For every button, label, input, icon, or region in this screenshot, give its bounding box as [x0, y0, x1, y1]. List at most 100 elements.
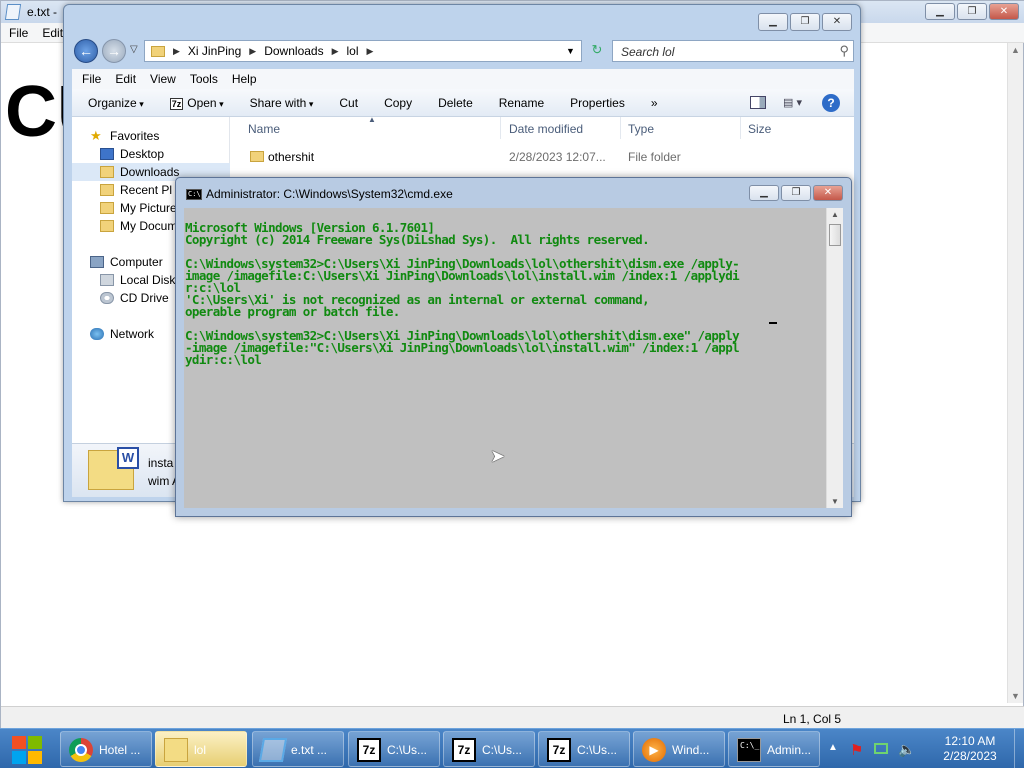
search-input[interactable]: Search lol ⚲ — [612, 40, 854, 62]
sort-ascending-icon: ▲ — [368, 115, 376, 124]
start-button[interactable] — [6, 732, 50, 766]
scroll-thumb[interactable] — [829, 224, 841, 246]
rename-button[interactable]: Rename — [499, 96, 544, 110]
notepad-icon — [258, 738, 288, 762]
column-name[interactable]: Name — [248, 122, 280, 136]
history-dropdown-icon[interactable]: ▽ — [130, 44, 138, 55]
nav-label: My Docum — [120, 219, 178, 233]
address-bar: ← → ▽ ▶ Xi JinPing ▶ Downloads ▶ lol ▶ ▼… — [72, 37, 854, 65]
copy-button[interactable]: Copy — [384, 96, 412, 110]
7zip-icon: 7z — [169, 97, 184, 110]
menu-help[interactable]: Help — [232, 72, 257, 86]
chevron-right-icon: ▶ — [173, 45, 180, 56]
taskbar-7zip-2[interactable]: 7z C:\Us... — [443, 731, 535, 767]
close-button[interactable]: ✕ — [813, 185, 843, 201]
close-button[interactable]: ✕ — [822, 13, 852, 31]
open-label: Open — [187, 95, 217, 110]
delete-button[interactable]: Delete — [438, 96, 473, 110]
menu-edit[interactable]: Edit — [42, 26, 63, 40]
menu-file[interactable]: File — [9, 26, 28, 40]
clock-time: 12:10 AM — [944, 734, 996, 748]
menu-edit[interactable]: Edit — [115, 72, 136, 86]
taskbar-7zip-1[interactable]: 7z C:\Us... — [348, 731, 440, 767]
taskbar-label: Hotel ... — [99, 743, 141, 757]
minimize-button[interactable]: ▁ — [925, 3, 955, 20]
taskbar-label: lol — [194, 743, 207, 757]
windows-logo-icon — [12, 736, 26, 749]
scroll-up-icon[interactable]: ▲ — [1011, 45, 1020, 55]
show-hidden-icons-icon[interactable]: ▲ — [828, 742, 838, 753]
close-button[interactable]: ✕ — [989, 3, 1019, 20]
open-button[interactable]: 7z Open — [169, 95, 224, 110]
cmd-window: C:\ Administrator: C:\Windows\System32\c… — [175, 177, 852, 517]
taskbar-cmd[interactable]: C:\_ Admin... — [728, 731, 820, 767]
chevron-right-icon: ▶ — [249, 45, 257, 56]
menu-view[interactable]: View — [150, 72, 176, 86]
taskbar-label: C:\Us... — [387, 743, 428, 757]
cmd-scrollbar[interactable]: ▲ ▼ — [826, 208, 843, 508]
notepad-scrollbar[interactable]: ▲ ▼ — [1007, 43, 1023, 703]
taskbar-label: Wind... — [672, 743, 710, 757]
action-center-flag-icon[interactable]: ⚑ — [850, 741, 866, 759]
clock[interactable]: 12:10 AM 2/28/2023 — [932, 734, 1008, 764]
system-tray: ▲ ⚑ 🔈 12:10 AM 2/28/2023 — [826, 729, 1024, 768]
column-date-modified[interactable]: Date modified — [509, 122, 583, 136]
preview-pane-icon[interactable] — [750, 96, 766, 109]
column-size[interactable]: Size — [748, 122, 771, 136]
menu-tools[interactable]: Tools — [190, 72, 218, 86]
network-icon[interactable] — [874, 743, 888, 754]
properties-button[interactable]: Properties — [570, 96, 625, 110]
refresh-icon[interactable]: ↻ — [586, 42, 608, 60]
star-icon: ★ — [90, 128, 102, 143]
scroll-up-icon[interactable]: ▲ — [831, 210, 839, 219]
scroll-down-icon[interactable]: ▼ — [831, 497, 839, 506]
windows-logo-part — [28, 751, 42, 764]
nav-favorites[interactable]: ★ Favorites — [90, 127, 248, 145]
breadcrumb-item[interactable]: lol — [347, 44, 359, 58]
taskbar-explorer[interactable]: lol — [155, 731, 247, 767]
column-type[interactable]: Type — [628, 122, 654, 136]
minimize-button[interactable]: ▁ — [758, 13, 788, 31]
console-line: Copyright (c) 2014 Freeware Sys(DiLshad … — [185, 232, 650, 247]
nav-label: Desktop — [120, 147, 165, 161]
folder-icon — [100, 202, 114, 214]
notepad-statusbar: Ln 1, Col 5 — [1, 706, 1024, 729]
show-desktop-button[interactable] — [1014, 729, 1024, 768]
nav-label: Computer — [110, 255, 163, 269]
chrome-icon — [69, 738, 93, 762]
cmd-icon: C:\_ — [737, 738, 761, 762]
menu-file[interactable]: File — [82, 72, 101, 86]
taskbar-chrome[interactable]: Hotel ... — [60, 731, 152, 767]
minimize-button[interactable]: ▁ — [749, 185, 779, 201]
maximize-button[interactable]: ❐ — [957, 3, 987, 20]
console-output[interactable]: Microsoft Windows [Version 6.1.7601] Cop… — [184, 208, 826, 508]
forward-button[interactable]: → — [102, 39, 126, 63]
maximize-button[interactable]: ❐ — [781, 185, 811, 201]
nav-label: Downloads — [120, 165, 180, 179]
file-row[interactable]: othershit 2/28/2023 12:07... File folder — [230, 147, 854, 167]
taskbar-notepad[interactable]: e.txt ... — [252, 731, 344, 767]
view-options-icon[interactable]: ▤ ▾ — [783, 96, 802, 109]
breadcrumb-item[interactable]: Xi JinPing — [188, 44, 241, 58]
volume-icon[interactable]: 🔈 — [898, 741, 915, 757]
breadcrumb-item[interactable]: Downloads — [264, 44, 323, 58]
taskbar-7zip-3[interactable]: 7z C:\Us... — [538, 731, 630, 767]
console-line: -image /imagefile:"C:\Users\Xi JinPing\D… — [185, 340, 740, 355]
computer-icon — [90, 256, 104, 268]
cut-button[interactable]: Cut — [339, 96, 358, 110]
windows-logo-part — [28, 736, 42, 749]
breadcrumb[interactable]: ▶ Xi JinPing ▶ Downloads ▶ lol ▶ — [144, 40, 582, 62]
console-line: image /imagefile:C:\Users\Xi JinPing\Dow… — [185, 268, 740, 283]
maximize-button[interactable]: ❐ — [790, 13, 820, 31]
address-dropdown-icon[interactable]: ▼ — [566, 46, 575, 56]
scroll-down-icon[interactable]: ▼ — [1011, 691, 1020, 701]
search-icon[interactable]: ⚲ — [839, 43, 849, 59]
share-with-button[interactable]: Share with — [250, 96, 314, 110]
more-commands-button[interactable]: » — [651, 96, 658, 110]
help-icon[interactable]: ? — [822, 94, 840, 112]
organize-button[interactable]: Organize — [88, 96, 144, 110]
cd-icon — [100, 292, 114, 304]
nav-label: My Picture — [120, 201, 177, 215]
back-button[interactable]: ← — [74, 39, 98, 63]
taskbar-media-player[interactable]: ▶ Wind... — [633, 731, 725, 767]
